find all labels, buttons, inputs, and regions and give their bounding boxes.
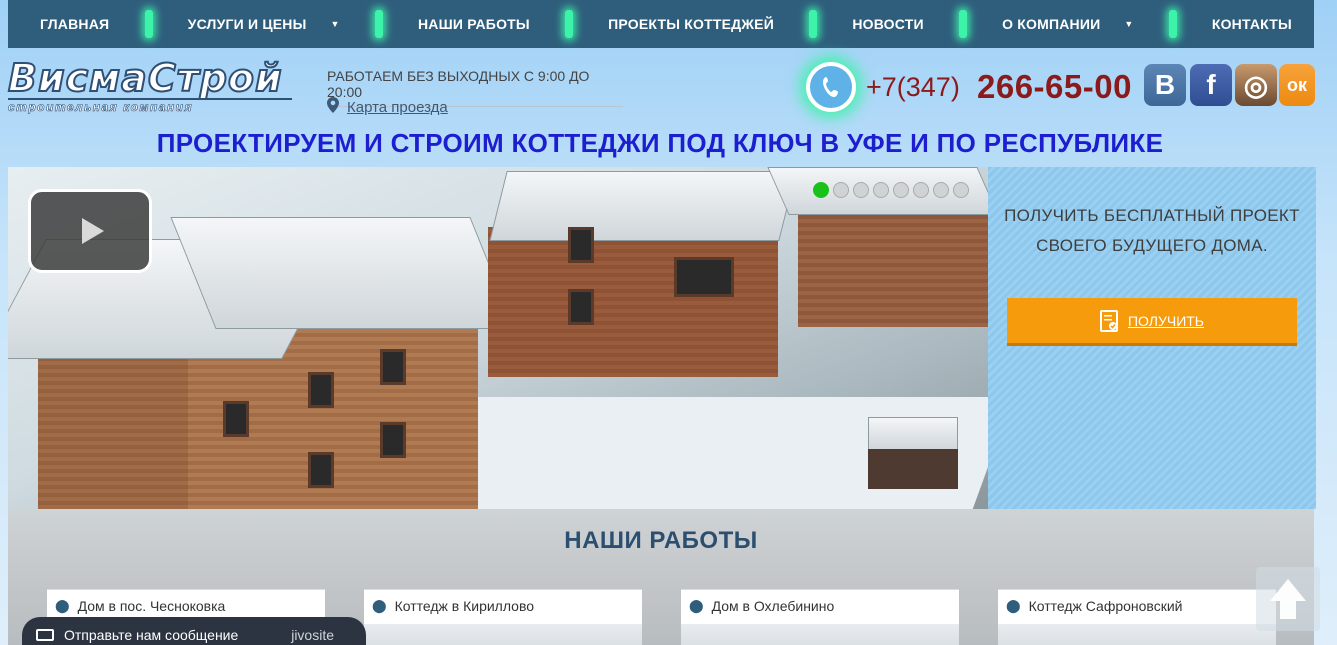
house-window — [308, 372, 334, 408]
get-project-label: ПОЛУЧИТЬ — [1127, 312, 1204, 329]
nav-separator — [144, 10, 153, 38]
instagram-icon[interactable]: ◎ — [1235, 64, 1277, 106]
work-card-title: Коттедж в Кириллово — [394, 598, 535, 614]
shed-wall — [868, 449, 958, 489]
promo-text-line: СВОЕГО БУДУЩЕГО ДОМА. — [1036, 236, 1268, 255]
nav-separator — [809, 10, 818, 38]
map-pin-icon: ⬤ — [55, 598, 70, 613]
work-card[interactable]: ⬤ Коттедж в Кириллово — [364, 589, 642, 645]
chat-brand: jivosite — [291, 627, 334, 643]
slider-dot[interactable] — [833, 182, 849, 198]
house-window — [568, 289, 594, 325]
shed-roof — [868, 417, 958, 451]
work-card-title: Коттедж Сафроновский — [1028, 598, 1183, 614]
nav-item-about[interactable]: О КОМПАНИИ ▼ — [1002, 16, 1133, 32]
odnoklassniki-icon[interactable]: ок — [1279, 64, 1315, 106]
promo-text: ПОЛУЧИТЬ БЕСПЛАТНЫЙ ПРОЕКТ СВОЕГО БУДУЩЕ… — [988, 201, 1316, 261]
nav-item-projects[interactable]: ПРОЕКТЫ КОТТЕДЖЕЙ — [608, 16, 774, 32]
work-card-title: Дом в пос. Чесноковка — [77, 598, 226, 614]
free-project-panel: ПОЛУЧИТЬ БЕСПЛАТНЫЙ ПРОЕКТ СВОЕГО БУДУЩЕ… — [988, 167, 1316, 509]
work-card-label: ⬤ Коттедж в Кириллово — [372, 598, 534, 614]
caret-down-icon: ▼ — [330, 19, 340, 29]
nav-separator — [374, 10, 383, 38]
phone-icon[interactable] — [806, 62, 856, 112]
phone-number[interactable]: 266-65-00 — [977, 68, 1132, 106]
phone-code[interactable]: +7(347) — [866, 72, 960, 103]
house-wall — [798, 197, 988, 327]
nav-item-label: УСЛУГИ И ЦЕНЫ — [187, 16, 307, 32]
nav-separator — [958, 10, 967, 38]
slider-dot[interactable] — [853, 182, 869, 198]
document-check-icon — [1099, 309, 1118, 332]
house-window — [568, 227, 594, 263]
nav-item-contacts[interactable]: КОНТАКТЫ — [1212, 16, 1292, 32]
video-play-button[interactable] — [28, 189, 152, 273]
nav-item-news[interactable]: НОВОСТИ — [852, 16, 923, 32]
nav-item-label: ПРОЕКТЫ КОТТЕДЖЕЙ — [608, 16, 774, 32]
arrow-up-icon — [1270, 579, 1306, 619]
work-card-image — [364, 624, 642, 645]
map-pin-icon: ⬤ — [1006, 598, 1021, 613]
chat-label: Отправьте нам сообщение — [64, 627, 239, 643]
play-icon — [82, 218, 104, 244]
work-card-image — [681, 624, 959, 645]
hero-slider[interactable] — [8, 167, 988, 509]
nav-item-services[interactable]: УСЛУГИ И ЦЕНЫ ▼ — [188, 16, 340, 32]
work-card-label: ⬤ Дом в пос. Чесноковка — [55, 598, 225, 614]
slider-dot[interactable] — [813, 182, 829, 198]
house-window — [380, 349, 406, 385]
chat-widget[interactable]: Отправьте нам сообщение jivosite — [22, 617, 366, 645]
map-pin-icon: ⬤ — [689, 598, 704, 613]
work-card[interactable]: ⬤ Дом в Охлебинино — [681, 589, 959, 645]
house-roof — [489, 171, 797, 241]
house-window — [223, 401, 249, 437]
house-roof — [170, 217, 516, 329]
slider-dots — [813, 182, 969, 198]
slider-dot[interactable] — [953, 182, 969, 198]
work-card-label: ⬤ Коттедж Сафроновский — [1006, 598, 1182, 614]
slider-dot[interactable] — [913, 182, 929, 198]
nav-item-label: О КОМПАНИИ — [1002, 16, 1101, 32]
house-wall — [488, 227, 778, 377]
house-window — [308, 452, 334, 488]
house-window — [674, 257, 734, 297]
slider-dot[interactable] — [873, 182, 889, 198]
scroll-to-top-button[interactable] — [1256, 567, 1320, 631]
nav-item-label: НОВОСТИ — [852, 16, 924, 32]
company-logo[interactable]: ВисмаСтрой строительная компания — [7, 56, 294, 118]
promo-text-line: ПОЛУЧИТЬ БЕСПЛАТНЫЙ ПРОЕКТ — [1004, 206, 1300, 225]
map-pin-icon: ⬤ — [372, 598, 387, 613]
caret-down-icon: ▼ — [1124, 19, 1134, 29]
nav-item-home[interactable]: ГЛАВНАЯ — [40, 16, 109, 32]
slider-dot[interactable] — [933, 182, 949, 198]
top-nav: ГЛАВНАЯ УСЛУГИ И ЦЕНЫ ▼ НАШИ РАБОТЫ ПРОЕК… — [8, 0, 1314, 48]
work-card[interactable]: ⬤ Коттедж Сафроновский — [998, 589, 1276, 645]
page-headline: ПРОЕКТИРУЕМ И СТРОИМ КОТТЕДЖИ ПОД КЛЮЧ В… — [156, 128, 1164, 158]
nav-item-label: ГЛАВНАЯ — [40, 16, 110, 32]
logo-title: ВисмаСтрой — [7, 56, 283, 100]
envelope-icon — [36, 629, 54, 641]
nav-separator — [565, 10, 573, 38]
nav-separator — [1168, 10, 1177, 38]
logo-subtitle: строительная компания — [8, 98, 292, 114]
work-card-title: Дом в Охлебинино — [711, 598, 835, 614]
slider-dot[interactable] — [893, 182, 909, 198]
work-card-label: ⬤ Дом в Охлебинино — [689, 598, 834, 614]
map-pin-icon — [327, 97, 339, 117]
nav-item-label: КОНТАКТЫ — [1211, 16, 1292, 32]
facebook-icon[interactable]: f — [1190, 64, 1232, 106]
get-project-button[interactable]: ПОЛУЧИТЬ — [1007, 298, 1297, 346]
map-link[interactable]: Карта проезда — [347, 99, 448, 116]
work-card-image — [998, 624, 1276, 645]
house-window — [380, 422, 406, 458]
house-right — [478, 167, 798, 407]
map-row: Карта проезда — [327, 97, 448, 117]
section-title: НАШИ РАБОТЫ — [564, 527, 758, 554]
vk-icon[interactable]: В — [1144, 64, 1186, 106]
nav-item-our-works[interactable]: НАШИ РАБОТЫ — [418, 16, 530, 32]
nav-item-label: НАШИ РАБОТЫ — [417, 16, 530, 32]
